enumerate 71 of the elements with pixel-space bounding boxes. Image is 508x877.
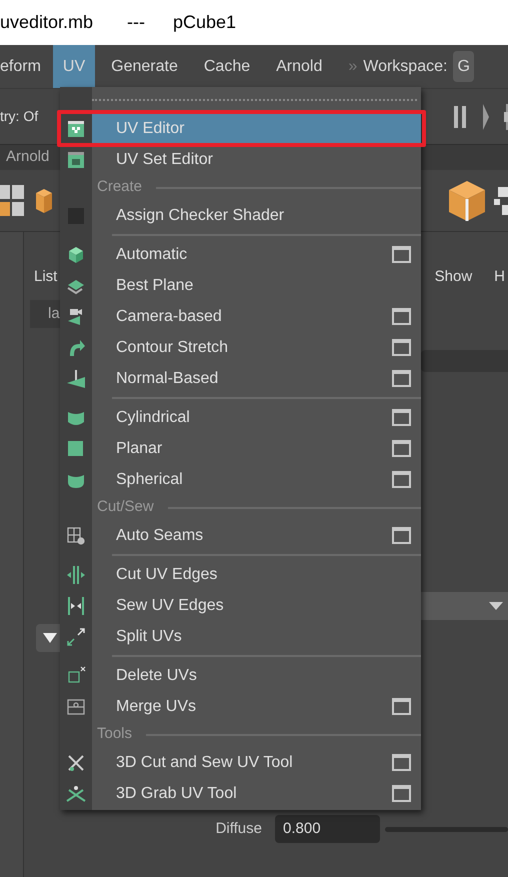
slider-track[interactable] — [385, 826, 508, 832]
title-separator: --- — [127, 11, 146, 34]
pause-icon[interactable] — [454, 106, 468, 128]
workspace-label: Workspace: — [363, 56, 448, 76]
attribute-field[interactable]: 0.800 — [275, 815, 380, 843]
grid-icon — [66, 526, 86, 546]
option-box-button[interactable] — [392, 440, 411, 457]
checker-icon — [66, 118, 86, 138]
show-menu[interactable]: Show — [434, 266, 472, 288]
grab-icon — [66, 784, 86, 804]
menu-item[interactable]: Delete UVs — [92, 660, 421, 691]
option-box-button[interactable] — [392, 527, 411, 544]
help-menu[interactable]: H — [494, 266, 505, 288]
menu-item[interactable]: Camera-based — [92, 301, 421, 332]
menu-item[interactable]: 3D Grab UV Tool — [92, 778, 421, 809]
cube-icon[interactable] — [448, 180, 486, 222]
option-box-button[interactable] — [392, 785, 411, 802]
menu-bar-item[interactable]: Generate — [101, 45, 188, 88]
menu-item[interactable]: Cut UV Edges — [92, 559, 421, 590]
arrow-icon — [66, 368, 86, 388]
menu-item[interactable]: Normal-Based — [92, 363, 421, 394]
join-icon — [66, 596, 86, 616]
menu-item[interactable]: 3D Cut and Sew UV Tool — [92, 747, 421, 778]
menu-bar-item[interactable]: eform — [0, 45, 53, 88]
menu-item[interactable]: Assign Checker Shader — [92, 200, 421, 231]
vertices-icon — [66, 666, 86, 686]
split-icon — [66, 564, 86, 584]
menu-item[interactable]: Cylindrical — [92, 402, 421, 433]
square-icon — [66, 438, 86, 458]
menu-item[interactable]: Best Plane — [92, 270, 421, 301]
option-box-button[interactable] — [392, 754, 411, 771]
option-box-button[interactable] — [392, 246, 411, 263]
attribute-label: Diffuse — [214, 818, 262, 839]
menu-bar-item[interactable]: Arnold — [266, 45, 332, 88]
cube-icon — [66, 244, 86, 264]
file-name: uveditor.mb — [0, 11, 94, 34]
option-box-button[interactable] — [392, 308, 411, 325]
menu-item[interactable]: Split UVs — [92, 621, 421, 652]
menu-item[interactable]: UV Editor — [92, 113, 421, 144]
menu-bar-item[interactable]: Cache — [194, 45, 260, 88]
layout-icon[interactable] — [0, 184, 24, 216]
menu-item[interactable]: Automatic — [92, 239, 421, 270]
list-menu[interactable]: List — [34, 266, 58, 288]
menu-item[interactable]: Contour Stretch — [92, 332, 421, 363]
window-icon — [66, 150, 86, 170]
section-header: Cut/Sew — [97, 497, 154, 518]
section-header: Tools — [97, 724, 132, 744]
frame-icon — [66, 696, 86, 716]
menu-item[interactable]: Spherical — [92, 464, 421, 495]
option-box-button[interactable] — [392, 698, 411, 715]
option-box-button[interactable] — [392, 370, 411, 387]
option-box-button[interactable] — [392, 471, 411, 488]
symmetry-label: try: Of — [0, 107, 38, 126]
menu-item[interactable]: Merge UVs — [92, 691, 421, 722]
dropdown-field[interactable] — [420, 592, 508, 620]
section-header: Create — [97, 177, 142, 198]
shelf-tab[interactable]: Arnold — [0, 146, 56, 169]
cross-icon — [66, 752, 86, 772]
cube-icon[interactable] — [34, 186, 54, 214]
workspace-dropdown[interactable]: G — [453, 51, 474, 82]
collapse-arrow-icon — [43, 633, 57, 643]
play-icon[interactable] — [482, 104, 490, 130]
caret-icon — [489, 602, 503, 610]
option-box-button[interactable] — [392, 339, 411, 356]
menu-item[interactable]: UV Set Editor — [92, 144, 421, 175]
option-box-button[interactable] — [392, 409, 411, 426]
diagonal-arrows-icon — [66, 626, 86, 646]
menu-item[interactable]: Auto Seams — [92, 520, 421, 551]
menu-item[interactable]: Sew UV Edges — [92, 590, 421, 621]
menu-item[interactable]: Planar — [92, 433, 421, 464]
object-name: pCube1 — [173, 11, 236, 34]
